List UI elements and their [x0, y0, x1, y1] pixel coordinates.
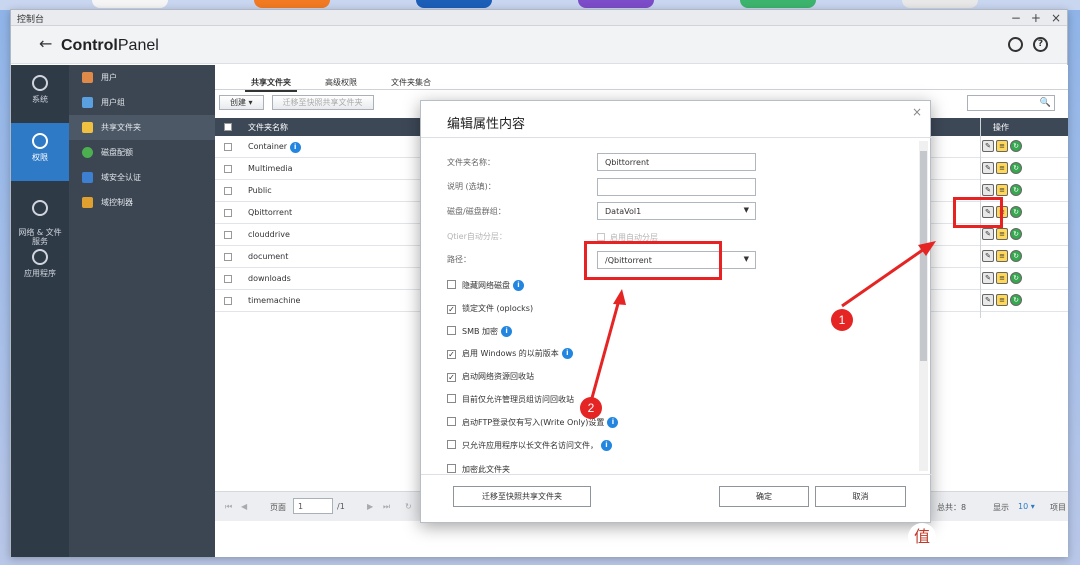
annotation-marker-1: 1 [831, 309, 853, 331]
watermark-logo: 值 [908, 522, 936, 551]
annotation-arrow-2 [590, 299, 621, 399]
watermark: 值什么值得买 [908, 521, 1037, 551]
annotation-arrowhead-1 [918, 241, 936, 256]
annotation-arrows [590, 241, 936, 399]
annotation-marker-2: 2 [580, 397, 602, 419]
watermark-text: 什么值得买 [942, 525, 1038, 547]
annotation-arrow-1 [841, 245, 928, 308]
annotation-arrowhead-2 [613, 289, 626, 305]
